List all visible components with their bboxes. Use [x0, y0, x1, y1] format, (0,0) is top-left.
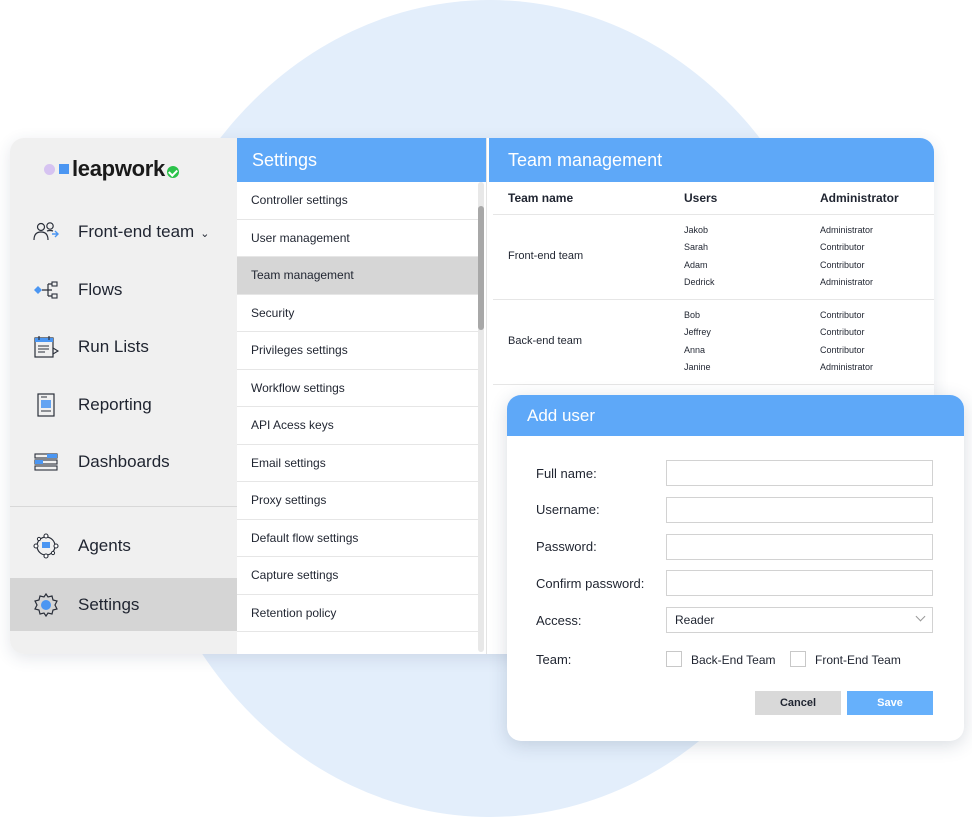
front-end-team-label: Front-End Team — [815, 653, 901, 667]
flows-icon — [32, 276, 60, 304]
team-name: Back-end team — [508, 335, 582, 347]
settings-item-proxy[interactable]: Proxy settings — [237, 482, 481, 520]
user-role: Contributor — [820, 345, 865, 355]
leapwork-logo: leapwork — [44, 154, 179, 184]
column-header-users: Users — [684, 191, 718, 205]
settings-header: Settings — [237, 138, 486, 182]
sidebar: leapwork Front-end team ⌄ Flows Run List… — [10, 138, 237, 654]
sidebar-item-label: Settings — [78, 594, 140, 614]
user-role: Contributor — [820, 310, 865, 320]
table-row[interactable]: Back-end team Bob Jeffrey Anna Janine Co… — [493, 300, 934, 385]
logo-dot-icon — [44, 163, 55, 175]
user-name: Janine — [684, 362, 711, 372]
user-name: Bob — [684, 310, 701, 320]
settings-item-default-flow[interactable]: Default flow settings — [237, 520, 481, 557]
back-end-team-label: Back-End Team — [691, 653, 776, 667]
settings-item-security[interactable]: Security — [237, 295, 481, 332]
access-label: Access: — [536, 613, 582, 628]
column-header-team-name: Team name — [508, 191, 574, 205]
agents-icon — [32, 532, 60, 560]
table-row[interactable]: Front-end team Jakob Sarah Adam Dedrick … — [493, 215, 934, 300]
confirm-password-input[interactable] — [666, 570, 933, 596]
access-select[interactable]: Reader — [666, 607, 933, 633]
sidebar-item-team[interactable]: Front-end team ⌄ — [10, 206, 237, 258]
chevron-down-icon[interactable]: ⌄ — [200, 228, 209, 240]
settings-item-user-management[interactable]: User management — [237, 220, 481, 257]
settings-item-privileges[interactable]: Privileges settings — [237, 332, 481, 370]
reporting-icon — [32, 391, 60, 419]
logo-check-icon — [166, 166, 179, 178]
full-name-label: Full name: — [536, 466, 597, 481]
sidebar-item-label: Dashboards — [78, 452, 170, 471]
user-role: Contributor — [820, 327, 865, 337]
settings-scrollbar-thumb[interactable] — [478, 206, 484, 330]
settings-panel: Settings Controller settings User manage… — [237, 138, 487, 654]
full-name-input[interactable] — [666, 460, 933, 486]
sidebar-item-run-lists[interactable]: Run Lists — [10, 321, 237, 373]
sidebar-item-settings[interactable]: Settings — [10, 578, 237, 631]
confirm-password-label: Confirm password: — [536, 576, 645, 591]
settings-item-api-keys[interactable]: API Acess keys — [237, 407, 481, 445]
user-name: Anna — [684, 345, 706, 355]
chevron-down-icon — [915, 611, 926, 622]
user-role: Administrator — [820, 362, 874, 372]
logo-wordmark: leapwork — [72, 156, 165, 181]
save-button[interactable]: Save — [847, 691, 933, 715]
front-end-team-checkbox[interactable] — [790, 651, 806, 667]
sidebar-item-label: Flows — [78, 280, 123, 299]
sidebar-item-agents[interactable]: Agents — [10, 520, 237, 572]
team-name: Front-end team — [508, 250, 584, 262]
sidebar-item-reporting[interactable]: Reporting — [10, 379, 237, 431]
user-role: Administrator — [820, 277, 874, 287]
user-name: Jakob — [684, 225, 709, 235]
settings-icon — [32, 591, 60, 619]
team-label: Team: — [536, 652, 572, 667]
logo-square-icon — [59, 164, 69, 174]
add-user-dialog: Add user Full name: Username: Password: … — [507, 395, 964, 741]
settings-item-team-management[interactable]: Team management — [237, 257, 481, 295]
sidebar-item-flows[interactable]: Flows — [10, 264, 237, 316]
settings-item-capture[interactable]: Capture settings — [237, 557, 481, 595]
settings-item-workflow[interactable]: Workflow settings — [237, 370, 481, 407]
settings-item-controller[interactable]: Controller settings — [237, 182, 481, 220]
username-label: Username: — [536, 502, 600, 517]
sidebar-item-label: Agents — [78, 536, 131, 555]
team-management-header: Team management — [489, 138, 934, 182]
sidebar-divider — [10, 506, 237, 507]
user-name: Adam — [684, 260, 708, 270]
back-end-team-checkbox[interactable] — [666, 651, 682, 667]
dashboards-icon — [32, 448, 60, 476]
access-select-value: Reader — [675, 613, 715, 627]
settings-list: Controller settings User management Team… — [237, 182, 481, 632]
password-label: Password: — [536, 539, 597, 554]
settings-item-retention[interactable]: Retention policy — [237, 595, 481, 632]
user-name: Dedrick — [684, 277, 715, 287]
username-input[interactable] — [666, 497, 933, 523]
settings-item-email[interactable]: Email settings — [237, 445, 481, 482]
column-header-administrator: Administrator — [820, 191, 899, 205]
sidebar-item-label: Reporting — [78, 395, 152, 414]
sidebar-item-dashboards[interactable]: Dashboards — [10, 436, 237, 488]
user-role: Contributor — [820, 260, 865, 270]
sidebar-item-label: Front-end team — [78, 222, 195, 241]
password-input[interactable] — [666, 534, 933, 560]
run-lists-icon — [32, 333, 60, 361]
sidebar-item-label: Run Lists — [78, 337, 149, 356]
user-role: Administrator — [820, 225, 874, 235]
cancel-button[interactable]: Cancel — [755, 691, 841, 715]
user-name: Sarah — [684, 242, 709, 252]
user-name: Jeffrey — [684, 327, 711, 337]
user-role: Contributor — [820, 242, 865, 252]
dialog-title: Add user — [507, 395, 964, 436]
team-icon — [32, 218, 60, 246]
